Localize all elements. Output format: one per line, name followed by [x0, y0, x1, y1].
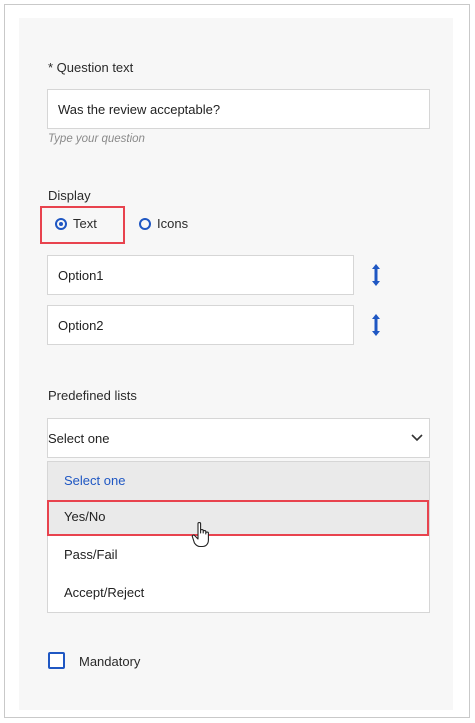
question-text-input[interactable]: Was the review acceptable? — [47, 89, 430, 129]
question-text-label: * Question text — [48, 60, 134, 75]
hand-cursor-icon — [191, 521, 209, 548]
mandatory-checkbox[interactable] — [48, 652, 65, 669]
display-option-icons[interactable]: Icons — [139, 216, 188, 231]
predefined-lists-label: Predefined lists — [48, 388, 137, 403]
reorder-icon[interactable] — [371, 314, 381, 336]
question-hint: Type your question — [48, 133, 145, 145]
option-2-value: Option2 — [58, 317, 104, 333]
display-label: Display — [48, 188, 91, 203]
display-option-icons-label: Icons — [157, 216, 189, 231]
radio-icon — [139, 217, 151, 230]
chevron-down-icon — [411, 434, 423, 442]
predefined-lists-select[interactable]: Select one — [47, 418, 430, 458]
mandatory-label: Mandatory — [79, 654, 141, 669]
display-option-text-label: Text — [73, 216, 97, 231]
reorder-icon[interactable] — [371, 264, 381, 286]
question-text-value: Was the review acceptable? — [58, 101, 221, 117]
menu-item-select-one[interactable]: Select one — [48, 462, 429, 498]
yes-no-highlight — [47, 500, 429, 536]
radio-selected-icon — [55, 217, 67, 230]
option-1-input[interactable]: Option1 — [47, 255, 354, 295]
predefined-lists-menu: Select one Yes/No Pass/Fail Accept/Rejec… — [47, 461, 430, 613]
option-2-input[interactable]: Option2 — [47, 305, 354, 345]
predefined-selected-value: Select one — [48, 430, 110, 446]
option-1-value: Option1 — [58, 267, 104, 283]
display-option-text[interactable]: Text — [55, 216, 97, 231]
menu-item-accept-reject[interactable]: Accept/Reject — [48, 574, 429, 610]
menu-item-pass-fail[interactable]: Pass/Fail — [48, 536, 429, 572]
